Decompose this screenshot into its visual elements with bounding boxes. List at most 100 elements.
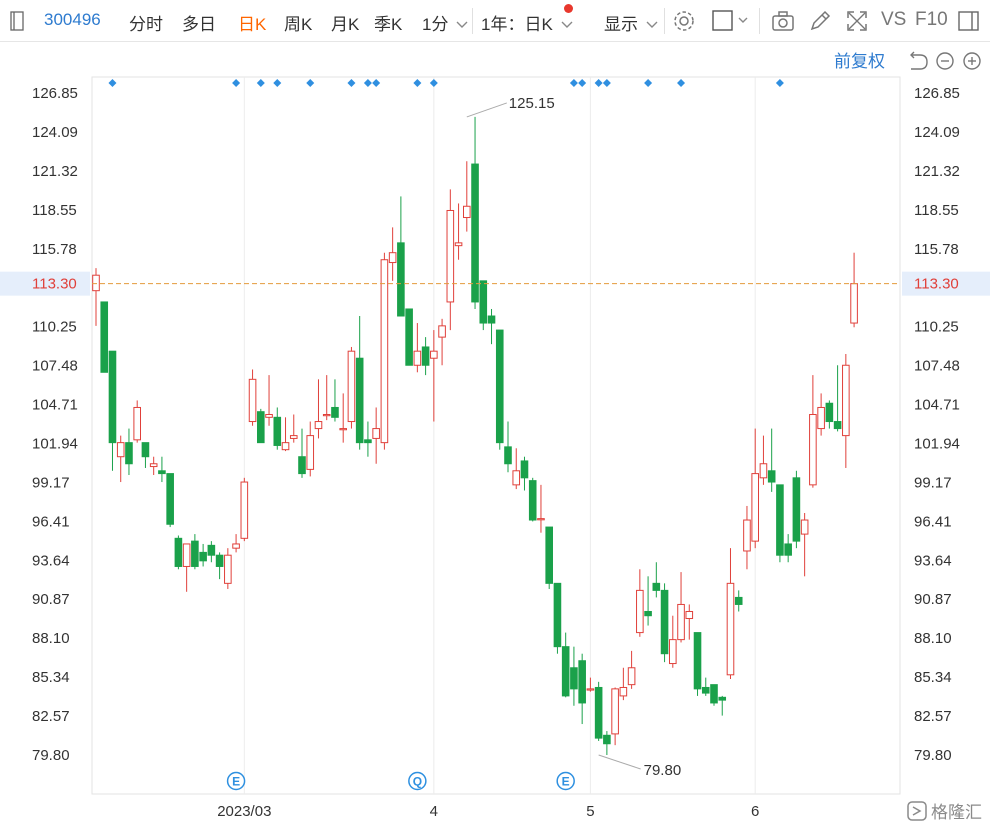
candle[interactable]: [339, 393, 347, 443]
candle[interactable]: [232, 534, 240, 553]
candle[interactable]: [685, 604, 694, 640]
candle[interactable]: [248, 369, 257, 426]
candle[interactable]: [265, 375, 273, 426]
undo-icon[interactable]: [910, 51, 928, 70]
candle[interactable]: [125, 428, 133, 476]
candle[interactable]: [751, 428, 760, 549]
candle[interactable]: [388, 227, 397, 281]
candle[interactable]: [224, 548, 232, 589]
top-marker-diamond[interactable]: [775, 79, 784, 87]
candle[interactable]: [372, 407, 380, 464]
candle[interactable]: [273, 407, 282, 450]
candle[interactable]: [355, 316, 364, 450]
top-marker-diamond[interactable]: [602, 79, 611, 87]
candle[interactable]: [817, 393, 825, 436]
candle[interactable]: [693, 632, 702, 696]
candle[interactable]: [553, 582, 562, 654]
candle[interactable]: [487, 308, 496, 345]
candle[interactable]: [397, 196, 405, 317]
range-select[interactable]: 1年：日K: [481, 10, 573, 35]
vs-button[interactable]: VS: [881, 9, 906, 31]
candle[interactable]: [603, 731, 611, 755]
candle[interactable]: [710, 684, 718, 706]
minute-select[interactable]: 1分: [422, 10, 468, 35]
candle[interactable]: [364, 421, 372, 457]
zoom-out-icon[interactable]: [936, 52, 954, 70]
candle[interactable]: [776, 484, 784, 563]
candle[interactable]: [792, 470, 801, 549]
candle[interactable]: [669, 615, 677, 668]
candle[interactable]: [182, 543, 191, 592]
candle[interactable]: [809, 375, 817, 488]
candle[interactable]: [784, 534, 792, 563]
top-marker-diamond[interactable]: [273, 79, 282, 87]
candle[interactable]: [240, 477, 249, 542]
top-marker-diamond[interactable]: [578, 79, 587, 87]
candle[interactable]: [660, 583, 669, 663]
candle[interactable]: [636, 569, 644, 637]
candle[interactable]: [306, 421, 315, 477]
settings-icon[interactable]: [672, 9, 696, 33]
candle[interactable]: [718, 695, 727, 716]
candle[interactable]: [108, 350, 117, 471]
candle[interactable]: [504, 421, 512, 473]
candle[interactable]: [850, 252, 858, 328]
candle[interactable]: [289, 414, 298, 443]
candle[interactable]: [298, 428, 306, 478]
tab-zhouk[interactable]: 周K: [284, 10, 312, 35]
candle[interactable]: [347, 346, 356, 429]
top-marker-diamond[interactable]: [677, 79, 686, 87]
candle[interactable]: [512, 448, 521, 490]
panel-toggle-icon[interactable]: [10, 11, 24, 31]
candle[interactable]: [149, 456, 158, 476]
expand-icon[interactable]: [845, 9, 869, 33]
top-marker-diamond[interactable]: [232, 79, 241, 87]
display-select[interactable]: 显示: [604, 10, 658, 35]
top-marker-diamond[interactable]: [413, 79, 422, 87]
candle[interactable]: [561, 632, 570, 698]
candle[interactable]: [413, 323, 422, 373]
candle[interactable]: [767, 428, 776, 492]
candle[interactable]: [677, 572, 685, 643]
candle[interactable]: [446, 189, 455, 331]
candle[interactable]: [611, 687, 619, 746]
candle[interactable]: [430, 330, 438, 422]
candle[interactable]: [438, 318, 446, 366]
candle[interactable]: [479, 280, 488, 331]
candle[interactable]: [800, 512, 809, 577]
top-marker-diamond[interactable]: [429, 79, 438, 87]
candle[interactable]: [520, 456, 529, 491]
candle[interactable]: [833, 365, 842, 432]
top-marker-diamond[interactable]: [644, 79, 653, 87]
tab-fenshi[interactable]: 分时: [129, 10, 163, 35]
top-marker-diamond[interactable]: [347, 79, 356, 87]
tab-yuek[interactable]: 月K: [331, 10, 359, 35]
candle[interactable]: [537, 484, 545, 533]
candle[interactable]: [701, 677, 710, 696]
candle[interactable]: [495, 329, 504, 450]
candle[interactable]: [842, 354, 850, 468]
candle[interactable]: [380, 252, 389, 450]
candle[interactable]: [545, 526, 554, 589]
candle[interactable]: [199, 543, 207, 567]
candle[interactable]: [314, 379, 323, 439]
candle[interactable]: [743, 505, 751, 570]
event-marker[interactable]: E: [556, 771, 575, 791]
candle[interactable]: [116, 435, 125, 483]
candle[interactable]: [734, 590, 743, 612]
candle[interactable]: [215, 552, 224, 580]
candle[interactable]: [331, 379, 339, 422]
candle[interactable]: [322, 375, 331, 421]
candle[interactable]: [405, 308, 413, 366]
candle[interactable]: [471, 116, 479, 309]
candle[interactable]: [578, 653, 586, 725]
candle[interactable]: [133, 400, 141, 443]
candle[interactable]: [528, 477, 537, 522]
candle[interactable]: [644, 576, 652, 626]
tab-rik[interactable]: 日K: [238, 10, 266, 35]
top-marker-diamond[interactable]: [363, 79, 372, 87]
candlestick-chart[interactable]: 2023/03 4 5 6 126.85 126.85 124.09 124.09 121.32…: [0, 43, 990, 829]
candle[interactable]: [454, 203, 463, 260]
event-marker[interactable]: Q: [408, 771, 427, 791]
candle[interactable]: [158, 456, 166, 483]
